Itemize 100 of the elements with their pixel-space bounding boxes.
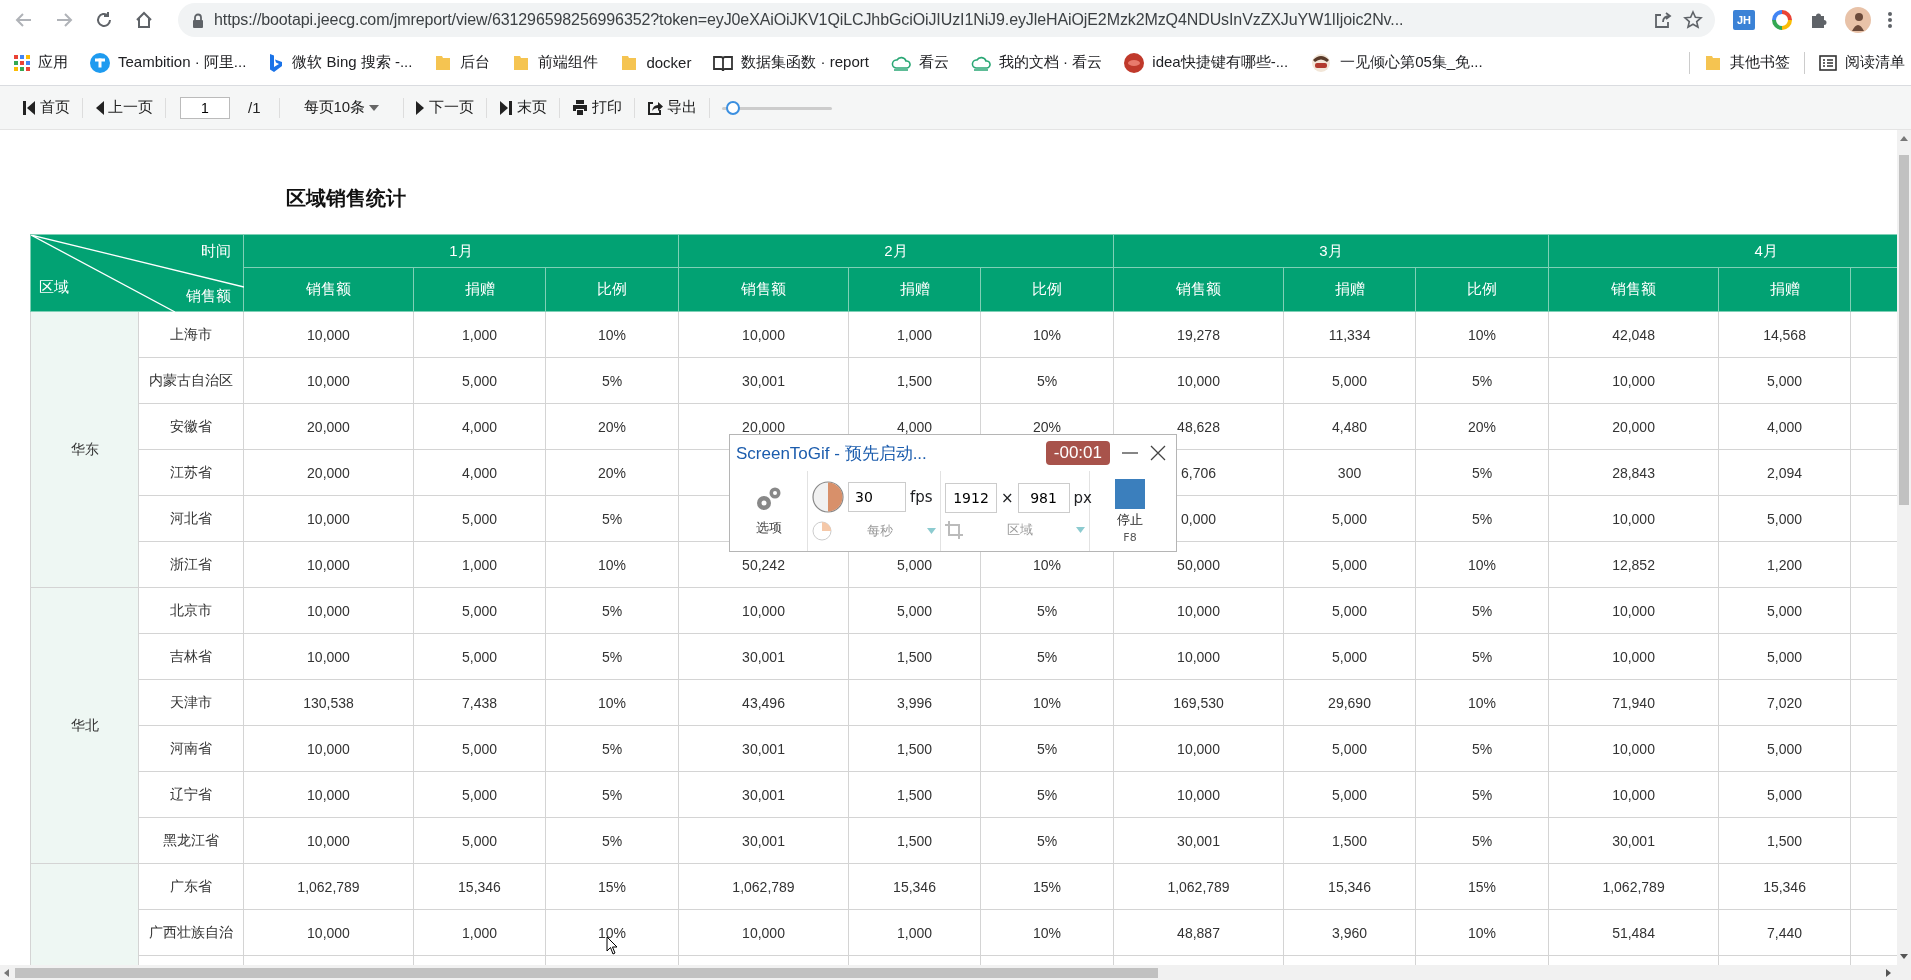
round-logo-icon [90,52,110,73]
table-cell: 5% [545,633,679,680]
table-cell: 10% [545,311,679,358]
table-cell: 5% [1415,587,1549,634]
reading-list-button[interactable]: 阅读清单 [1819,53,1905,72]
table-cell: 19,278 [1113,311,1284,358]
table-cell: 5% [545,495,679,542]
column-header: 销售额 [1113,267,1284,312]
table-cell: 5,000 [1283,725,1416,772]
book-icon [713,53,734,72]
table-cell: 5,000 [1283,771,1416,818]
table-cell: 10% [545,541,679,588]
height-input[interactable]: 981 [1017,483,1070,513]
first-page-icon [22,99,36,116]
extension-button[interactable]: JH [1733,10,1755,30]
bookmark-link[interactable]: 我的文档 · 看云 [970,53,1103,72]
table-cell: 42,048 [1548,311,1719,358]
cloud-icon [970,54,991,71]
width-input[interactable]: 1912 [945,483,997,513]
column-header: 3月 [1113,234,1549,268]
header-label: 区域 [39,278,69,297]
bookmark-link[interactable]: 一见倾心第05集_免... [1310,52,1483,73]
scroll-down-icon[interactable] [1900,954,1908,959]
table-cell: 10,000 [678,587,849,634]
bookmark-link[interactable]: 后台 [434,53,491,72]
table-cell: 10,000 [1548,495,1719,542]
table-cell: 5,000 [413,587,546,634]
table-cell: 30,001 [678,725,849,772]
table-cell: 5% [1415,725,1549,772]
close-button[interactable] [1150,445,1166,461]
table-cell: 3,996 [848,679,981,726]
page-input[interactable]: 1 [180,96,230,119]
table-cell: 5% [1415,449,1549,496]
reload-icon [95,11,113,29]
previous-page-button[interactable]: 上一页 [87,94,161,121]
table-cell: 10% [545,679,679,726]
options-button[interactable]: 选项 [730,471,808,551]
table-cell: 20,000 [243,403,414,450]
cartoon-icon [1310,52,1333,73]
table-cell: 5,000 [1718,771,1851,818]
mouse-cursor-icon [606,936,619,955]
last-page-button[interactable]: 末页 [491,94,556,121]
address-bar[interactable]: https://bootapi.jeecg.com/jmreport/view/631296598256996352?token=eyJ0eXAiOiJKV1QiLCJhbGciOiJIUzI1NiJ9.eyJleHAiOjE2Mzk2MzQ4NDUsInVzZXJuYW1lIjoic2Nv... [178,3,1715,37]
table-cell: 1,500 [1718,817,1851,864]
bookmark-link[interactable]: 前端组件 [512,53,599,72]
table-cell: 20,000 [243,449,414,496]
header-label: 销售额 [186,287,231,306]
bookmark-link[interactable]: 应用 [14,53,68,72]
slider-thumb[interactable] [726,100,741,115]
column-header: 比例 [980,267,1114,312]
table-cell: 5,000 [413,771,546,818]
countdown-badge: -00:01 [1045,441,1110,465]
table-cell: 1,500 [848,725,981,772]
bookmark-link[interactable]: docker [620,53,692,72]
fps-input[interactable]: 30 [848,482,906,512]
folder-icon [620,53,639,72]
scroll-up-icon[interactable] [1900,136,1908,141]
column-header: 销售额 [1548,267,1719,312]
print-button[interactable]: 打印 [564,94,631,121]
bookmark-link[interactable]: 微软 Bing 搜索 -... [268,52,413,73]
bookmark-link[interactable]: 看云 [890,53,949,72]
table-cell: 5,000 [1718,725,1851,772]
row-header: 浙江省 [138,541,244,588]
table-cell: 5,000 [1283,541,1416,588]
vertical-scrollbar[interactable] [1897,130,1911,965]
scroll-right-icon[interactable] [1886,969,1891,977]
table-cell: 3,960 [1283,909,1416,956]
table-cell: 1,500 [848,771,981,818]
bookmark-link[interactable]: Teambition · 阿里... [90,52,247,73]
scroll-left-icon[interactable] [4,969,9,977]
bookmark-folder[interactable]: 其他书签 [1704,53,1790,72]
horizontal-scrollbar[interactable] [0,965,1911,980]
column-header: 比例 [1415,267,1549,312]
table-cell: 10,000 [1548,587,1719,634]
table-cell: 43,496 [678,679,849,726]
table-cell: 11,334 [1283,311,1416,358]
table-cell: 10,000 [243,311,414,358]
table-cell: 10,000 [1113,357,1284,404]
table-cell: 30,001 [678,771,849,818]
b-logo-icon [268,52,285,73]
export-button[interactable]: 导出 [639,94,706,121]
share-icon [1653,11,1673,29]
page-size-dropdown[interactable]: 每页10条 [283,94,400,121]
bookmark-link[interactable]: 数据集函数 · report [713,53,869,72]
right-triangle-icon [416,99,426,116]
table-cell: 10,000 [243,587,414,634]
bookmark-link[interactable]: idea快捷键有哪些-... [1124,52,1289,73]
table-cell: 5% [980,817,1114,864]
next-page-button[interactable]: 下一页 [408,94,483,121]
caret-icon [927,528,936,534]
close-icon [1150,445,1166,461]
first-page-button[interactable]: 首页 [14,94,78,121]
table-cell: 5% [980,725,1114,772]
row-header: 北京市 [138,587,244,634]
table-cell: 300 [1283,449,1416,496]
table-cell: 10% [1415,541,1549,588]
table-cell: 30,001 [1113,817,1284,864]
zoom-slider[interactable] [722,100,833,115]
table-cell: 10,000 [1548,633,1719,680]
table-cell: 5% [545,357,679,404]
